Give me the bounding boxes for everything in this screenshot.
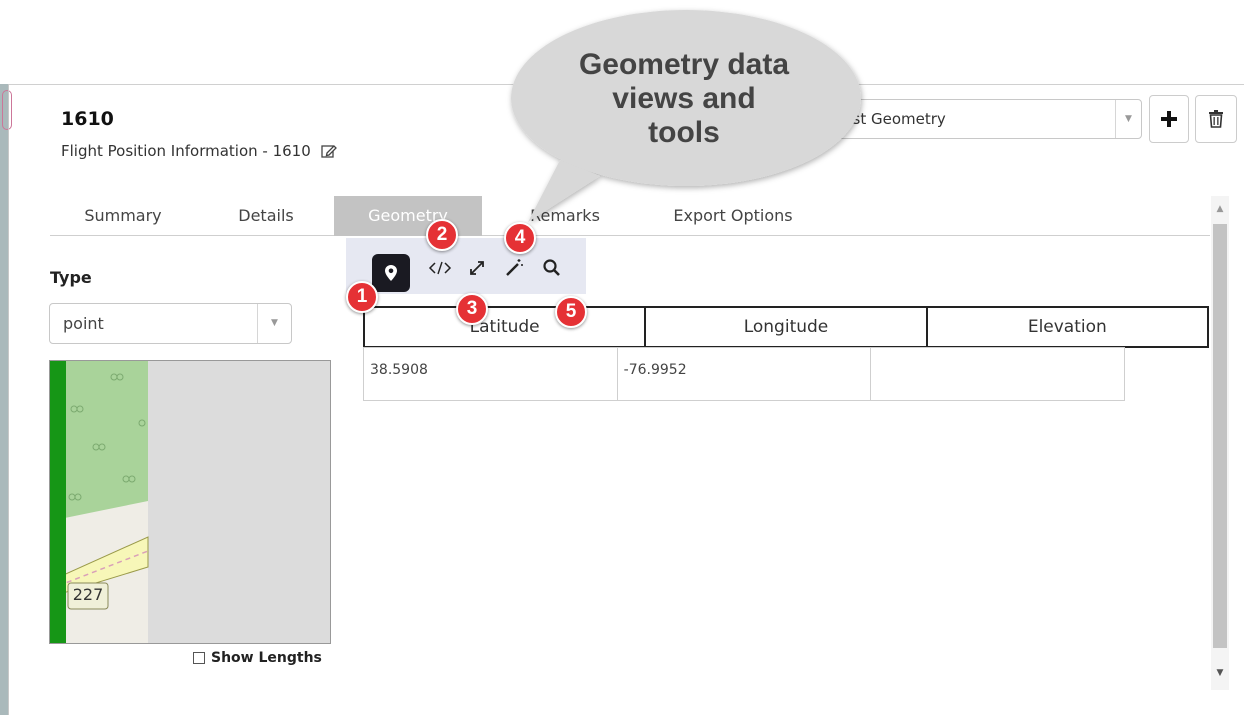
callout-line: views and — [612, 82, 756, 115]
view-select-value: Best Geometry — [833, 110, 946, 128]
expand-icon[interactable] — [465, 256, 489, 280]
record-tabs: Summary Details Geometry Remarks Export … — [50, 196, 1210, 236]
delete-button[interactable] — [1195, 95, 1237, 143]
plus-icon — [1161, 111, 1177, 127]
show-lengths-label: Show Lengths — [211, 650, 322, 666]
add-button[interactable] — [1149, 95, 1189, 143]
panel-left-border — [8, 84, 9, 715]
longitude-cell[interactable]: -76.9952 — [616, 347, 872, 401]
geometry-mini-map[interactable]: 227 — [49, 360, 331, 644]
type-select-value: point — [63, 314, 104, 333]
record-id: 1610 — [61, 108, 114, 130]
scroll-thumb[interactable] — [1213, 224, 1227, 648]
trash-icon — [1209, 110, 1223, 128]
column-header-longitude[interactable]: Longitude — [644, 306, 928, 348]
latitude-cell[interactable]: 38.5908 — [363, 347, 618, 401]
chevron-down-icon: ▼ — [257, 304, 291, 343]
elevation-cell[interactable] — [870, 347, 1126, 401]
step-badge-2: 2 — [426, 219, 458, 251]
column-header-elevation[interactable]: Elevation — [925, 306, 1209, 348]
type-select[interactable]: point ▼ — [49, 303, 292, 344]
table-row: 38.5908 -76.9952 — [363, 347, 1126, 401]
record-subtitle: Flight Position Information - 1610 — [61, 142, 337, 160]
code-icon[interactable] — [428, 256, 452, 280]
type-label: Type — [50, 268, 92, 287]
step-badge-4: 4 — [504, 222, 536, 254]
record-subtitle-text: Flight Position Information - 1610 — [61, 142, 311, 160]
edit-icon[interactable] — [321, 143, 337, 159]
tab-export-options[interactable]: Export Options — [648, 196, 818, 236]
callout-text: Geometry data views and tools — [544, 48, 824, 150]
scroll-up-arrow[interactable]: ▲ — [1211, 204, 1229, 214]
show-lengths-checkbox[interactable] — [193, 652, 205, 664]
search-icon[interactable] — [540, 256, 564, 280]
table-header: Latitude Longitude Elevation — [363, 306, 1209, 348]
map-marker-icon[interactable] — [372, 254, 410, 292]
column-header-latitude[interactable]: Latitude — [363, 306, 647, 348]
road-shield-label: 227 — [72, 585, 104, 604]
tab-details[interactable]: Details — [218, 196, 314, 236]
coordinates-table: Latitude Longitude Elevation 38.5908 -76… — [363, 306, 1209, 401]
magic-wand-icon[interactable] — [502, 256, 526, 280]
callout-line: tools — [648, 116, 720, 149]
show-lengths-toggle[interactable]: Show Lengths — [193, 650, 322, 666]
tab-geometry[interactable]: Geometry — [334, 196, 482, 236]
step-badge-1: 1 — [346, 281, 378, 313]
step-badge-5: 5 — [555, 296, 587, 328]
chevron-down-icon: ▼ — [1115, 100, 1141, 138]
step-badge-3: 3 — [456, 293, 488, 325]
view-select[interactable]: Best Geometry ▼ — [818, 99, 1142, 139]
background-map-strip — [0, 84, 12, 715]
callout-line: Geometry data — [578, 48, 790, 81]
tab-summary[interactable]: Summary — [68, 196, 178, 236]
geometry-toolbar — [346, 238, 586, 294]
vertical-scrollbar[interactable]: ▲ ▼ — [1211, 196, 1229, 690]
scroll-down-arrow[interactable]: ▼ — [1211, 668, 1229, 678]
